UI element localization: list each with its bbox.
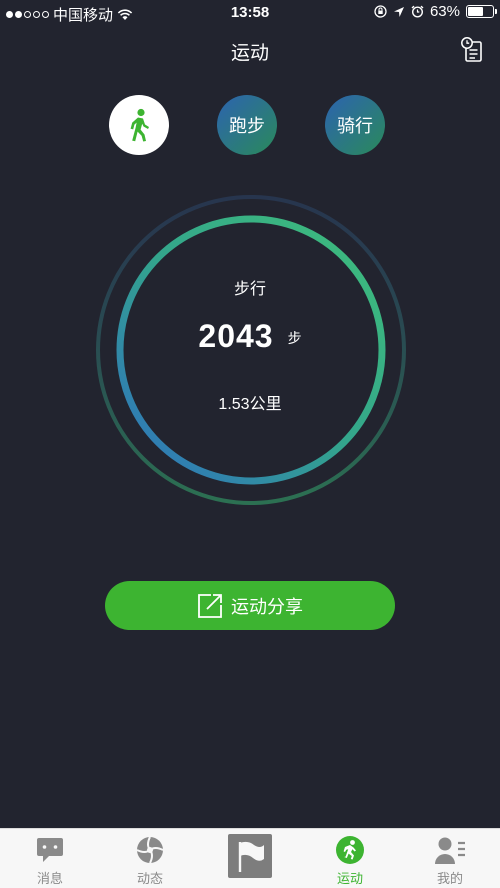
message-icon bbox=[37, 838, 63, 862]
mode-run-label: 跑步 bbox=[229, 116, 265, 136]
history-list-icon bbox=[461, 37, 482, 62]
profile-icon bbox=[435, 837, 465, 864]
history-button[interactable] bbox=[460, 36, 486, 64]
tab-feed[interactable]: 动态 bbox=[100, 829, 200, 888]
distance-value: 1.53公里 bbox=[218, 396, 282, 413]
tab-sports-label: 运动 bbox=[336, 871, 363, 886]
tab-feed-label: 动态 bbox=[136, 871, 163, 886]
page-title: 运动 bbox=[230, 43, 269, 64]
tab-flag[interactable] bbox=[200, 829, 300, 888]
steps-unit: 步 bbox=[287, 330, 302, 346]
alarm-icon bbox=[411, 5, 424, 18]
status-right: 63% bbox=[374, 3, 497, 20]
rotation-lock-icon bbox=[374, 5, 387, 18]
tab-messages[interactable]: 消息 bbox=[0, 829, 100, 888]
bottom-tab-bar: 消息 动态 运动 我的 bbox=[0, 828, 500, 888]
share-button-label: 运动分享 bbox=[231, 596, 303, 617]
share-workout-button[interactable]: 运动分享 bbox=[105, 581, 395, 630]
aperture-icon bbox=[136, 836, 164, 864]
flag-icon bbox=[228, 834, 272, 878]
mode-walk-button[interactable] bbox=[109, 95, 169, 155]
tab-me[interactable]: 我的 bbox=[400, 829, 500, 888]
mode-ride-button[interactable]: 骑行 bbox=[325, 95, 385, 155]
walk-icon bbox=[130, 108, 149, 142]
mode-ride-label: 骑行 bbox=[337, 116, 373, 136]
tab-me-label: 我的 bbox=[436, 871, 463, 886]
location-icon bbox=[393, 6, 404, 17]
steps-value: 2043 bbox=[198, 318, 274, 354]
battery-percent: 63% bbox=[429, 3, 460, 20]
battery-icon bbox=[466, 5, 497, 18]
running-icon bbox=[336, 836, 364, 864]
steps-display: 2043 步 bbox=[0, 318, 500, 355]
mode-run-button[interactable]: 跑步 bbox=[217, 95, 277, 155]
share-icon bbox=[198, 593, 222, 618]
tab-messages-label: 消息 bbox=[36, 871, 63, 886]
status-bar: 中国移动 13:58 63% bbox=[0, 0, 500, 26]
tab-sports[interactable]: 运动 bbox=[300, 829, 400, 888]
ring-mode-label: 步行 bbox=[233, 281, 266, 298]
